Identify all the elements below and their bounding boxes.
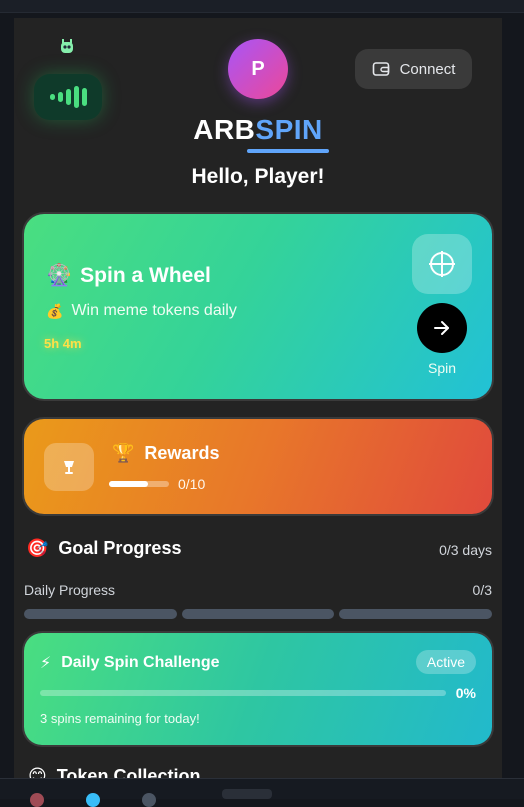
daily-spin-challenge-card[interactable]: ⚡ Daily Spin Challenge Active 0% 3 spins… — [24, 633, 492, 745]
wallet-icon — [372, 62, 389, 76]
spin-wheel-card[interactable]: 🎡 Spin a Wheel 💰 Win meme tokens daily 5… — [24, 214, 492, 399]
spin-card-title-text: Spin a Wheel — [80, 264, 211, 287]
challenge-progress-bar — [40, 690, 446, 696]
browser-top-bar — [0, 0, 524, 13]
daily-progress-count: 0/3 — [472, 582, 492, 598]
avatar[interactable]: P — [228, 39, 288, 99]
target-icon: 🎯 — [26, 538, 49, 558]
daily-progress-label: Daily Progress — [24, 582, 116, 598]
tab-icon[interactable] — [86, 793, 100, 807]
challenge-percent: 0% — [455, 685, 476, 701]
challenge-remaining: 3 spins remaining for today! — [40, 711, 200, 726]
token-collection-heading: 😊 Token Collection — [28, 766, 200, 778]
crosshair-icon — [429, 251, 455, 277]
goal-progress-title: Goal Progress — [58, 538, 182, 558]
brand-right: SPIN — [255, 114, 323, 145]
tab-icon[interactable] — [142, 793, 156, 807]
rewards-progress-fill — [109, 481, 148, 487]
sound-wave-icon — [49, 86, 87, 108]
spin-card-subtitle-text: Win meme tokens daily — [71, 302, 237, 319]
token-collection-title: Token Collection — [56, 766, 201, 778]
avatar-initial: P — [251, 57, 265, 80]
progress-segment — [181, 609, 335, 619]
challenge-title: ⚡ Daily Spin Challenge — [40, 653, 220, 673]
lamp-button[interactable] — [44, 443, 94, 491]
app-container: P Connect ARBSPIN Hello, Player! 🎡 Spin … — [14, 18, 502, 778]
wheel-icon: 🎡 — [46, 264, 73, 287]
daily-progress-segments — [24, 609, 493, 619]
browser-bottom-bar — [0, 778, 524, 807]
status-badge: Active — [415, 650, 476, 674]
brand-left: ARB — [193, 114, 256, 145]
arrow-right-icon — [434, 321, 449, 335]
money-bag-icon: 💰 — [46, 302, 64, 319]
challenge-title-text: Daily Spin Challenge — [61, 654, 220, 671]
smile-icon: 😊 — [28, 766, 47, 778]
spin-timer: 5h 4m — [44, 336, 82, 351]
connect-label: Connect — [399, 60, 456, 78]
rewards-title-text: Rewards — [144, 443, 220, 463]
rewards-count: 0/10 — [178, 476, 206, 492]
progress-segment — [339, 609, 493, 619]
lightning-icon: ⚡ — [40, 655, 52, 672]
wheel-target-button[interactable] — [412, 234, 472, 294]
brand-logo: ARBSPIN — [14, 114, 502, 146]
spin-button-label: Spin — [427, 360, 457, 376]
rewards-title: 🏆 Rewards — [112, 443, 219, 464]
rewards-progress-bar — [109, 481, 169, 487]
robot-icon[interactable] — [58, 38, 76, 56]
progress-segment — [24, 609, 177, 619]
spin-card-subtitle: 💰 Win meme tokens daily — [46, 302, 237, 320]
brand-underline — [247, 149, 329, 153]
spin-go-button[interactable] — [417, 303, 467, 353]
goal-progress-heading: 🎯 Goal Progress — [26, 538, 181, 559]
goal-days: 0/3 days — [439, 542, 492, 558]
tab-icon[interactable] — [30, 793, 44, 807]
greeting: Hello, Player! — [191, 165, 325, 188]
trophy-icon: 🏆 — [112, 443, 135, 463]
rewards-card[interactable]: 🏆 Rewards 0/10 — [24, 419, 492, 514]
connect-wallet-button[interactable]: Connect — [355, 49, 472, 89]
spin-card-title: 🎡 Spin a Wheel — [46, 264, 211, 288]
lamp-icon — [64, 461, 74, 474]
